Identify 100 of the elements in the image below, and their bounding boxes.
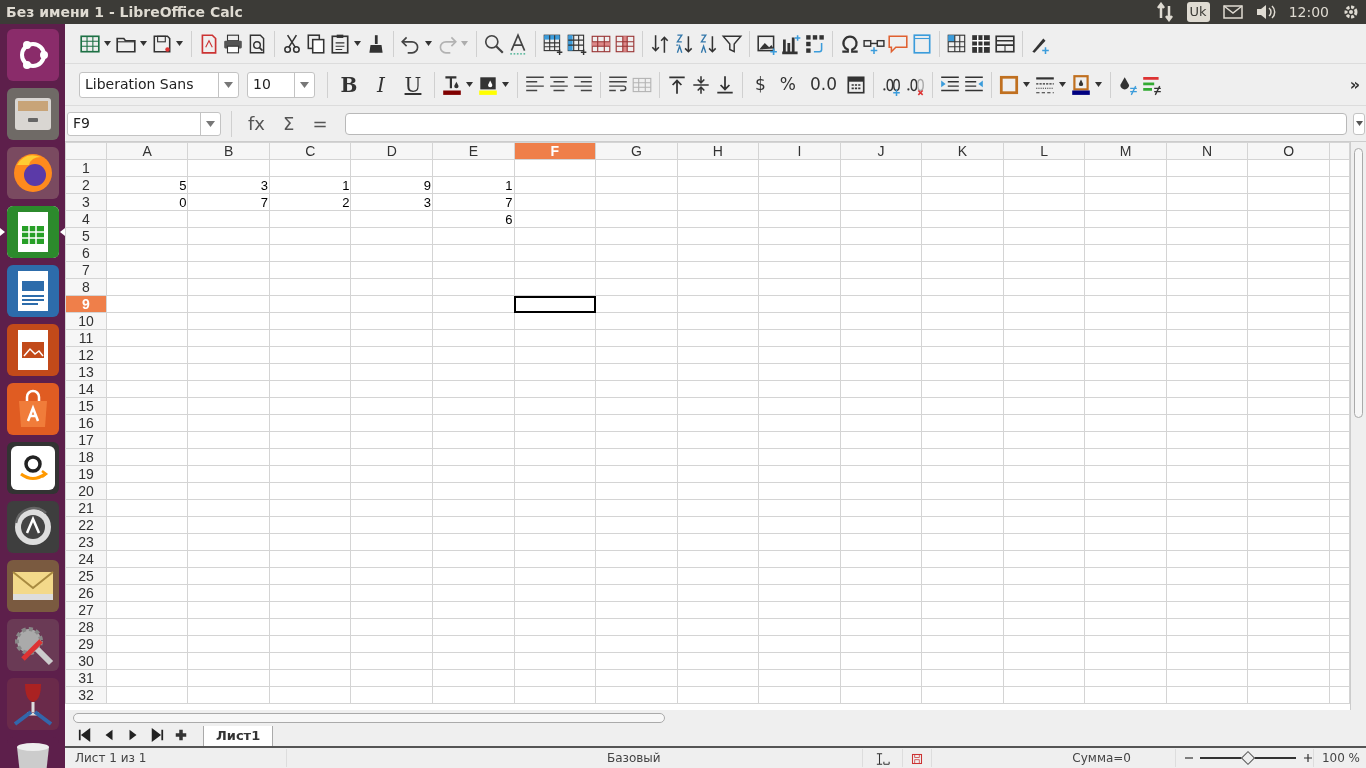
grid-magnifier-icon — [946, 32, 968, 55]
running-indicator-icon — [0, 228, 5, 236]
column-header[interactable]: I — [758, 142, 841, 160]
italic-button[interactable]: I — [366, 69, 396, 100]
underline-button[interactable]: U — [398, 69, 428, 100]
bold-button[interactable]: B — [334, 69, 364, 100]
zoom-slider[interactable] — [1200, 751, 1297, 765]
column-header[interactable]: K — [921, 142, 1004, 160]
envelope-launcher-icon[interactable] — [6, 560, 59, 612]
align-bottom-icon — [714, 73, 736, 96]
more-tools-button[interactable]: » — [1349, 69, 1360, 100]
caret-icon — [461, 41, 468, 46]
text-cursor-icon — [874, 751, 891, 766]
expand-formula-button[interactable] — [1353, 112, 1365, 135]
cell-value: 9 — [351, 176, 433, 194]
column-header[interactable]: A — [106, 142, 188, 160]
column-header[interactable]: O — [1247, 142, 1330, 160]
caret-icon — [1095, 82, 1103, 87]
envelope-icon — [1222, 4, 1243, 20]
font-size-field[interactable]: 10 — [247, 71, 315, 98]
page-style: Базовый — [286, 749, 864, 767]
page-frame-icon — [911, 32, 933, 55]
caret-icon — [354, 41, 361, 46]
network-arrows-icon — [1155, 2, 1174, 22]
column-header[interactable]: G — [595, 142, 678, 160]
caret-icon — [1023, 82, 1031, 87]
calendar-icon — [845, 73, 868, 96]
sheet-tab[interactable]: Лист1 — [203, 724, 274, 746]
bar-chart-icon — [780, 32, 802, 55]
dropdown-arrow-icon — [206, 120, 215, 127]
function-button[interactable]: = — [306, 110, 334, 137]
caret-icon — [140, 41, 147, 46]
cell-value: 1 — [432, 176, 515, 194]
column-header[interactable]: D — [351, 142, 433, 160]
active-cell[interactable] — [514, 295, 596, 313]
cell-value: 3 — [351, 193, 433, 211]
presentation-launcher-icon[interactable] — [6, 324, 59, 376]
font-name-field[interactable]: Liberation Sans — [79, 71, 239, 98]
dropdown-arrow-icon — [300, 81, 309, 88]
column-header[interactable]: B — [187, 142, 270, 160]
arrows-up-down-icon — [649, 32, 671, 55]
align-top-icon — [666, 73, 688, 96]
zoom-percentage[interactable]: 100 % — [1312, 749, 1366, 767]
cell-value: 7 — [187, 193, 270, 211]
grid-plus-icon — [542, 32, 564, 55]
align-middle-icon — [690, 73, 712, 96]
smile-arrow-launcher-icon[interactable] — [6, 442, 59, 494]
caret-icon — [502, 82, 509, 87]
split-window-icon — [994, 32, 1016, 55]
number-format-button[interactable]: % — [773, 69, 802, 100]
caret-icon — [1355, 121, 1363, 126]
clock[interactable]: 12:00 — [1288, 1, 1329, 23]
number-format-button[interactable]: 0.0 — [804, 69, 844, 100]
cell-value: 3 — [187, 176, 270, 194]
formula-input[interactable] — [345, 112, 1347, 135]
function-wizard-button[interactable]: fx — [242, 110, 271, 137]
grid-column-plus-icon — [566, 32, 588, 55]
vertical-scrollbar[interactable] — [1350, 142, 1366, 710]
search-icon — [483, 32, 505, 55]
cell-value: 5 — [106, 176, 188, 194]
column-header[interactable]: C — [269, 142, 351, 160]
column-header[interactable]: L — [1003, 142, 1085, 160]
column-header[interactable]: J — [840, 142, 922, 160]
plus-icon — [174, 728, 188, 742]
column-header[interactable]: M — [1084, 142, 1167, 160]
wine-glass-tools-launcher-icon[interactable] — [6, 678, 59, 730]
skip-end-icon — [150, 728, 164, 742]
caret-icon — [104, 41, 111, 46]
cell-value: 7 — [432, 193, 515, 211]
column-header[interactable]: N — [1166, 142, 1248, 160]
document-launcher-icon[interactable] — [6, 265, 59, 317]
border-color-icon — [1070, 73, 1093, 96]
fox-globe-launcher-icon[interactable] — [6, 147, 59, 199]
copy-icon — [305, 32, 327, 55]
gear-icon — [1342, 3, 1360, 21]
scissors-icon — [281, 32, 303, 55]
window-title: Без имени 1 - LibreOffice Calc — [6, 2, 243, 22]
spreadsheet-launcher-icon[interactable] — [6, 206, 59, 258]
shopping-bag-launcher-icon[interactable] — [6, 383, 59, 435]
plus-icon — [1302, 753, 1313, 763]
grid-icon — [970, 32, 992, 55]
file-cabinet-launcher-icon[interactable] — [6, 88, 59, 140]
number-format-button[interactable]: $ — [749, 69, 772, 100]
dots-grid-icon — [804, 32, 826, 55]
border-square-icon — [998, 73, 1021, 96]
ubuntu-logo-launcher-icon[interactable] — [6, 29, 59, 81]
letter-underline-icon — [507, 32, 529, 55]
sheet-count: Лист 1 из 1 — [65, 749, 287, 767]
sum-button[interactable]: Σ — [277, 110, 301, 137]
keyboard-layout-indicator[interactable]: Uk — [1186, 2, 1210, 22]
cell-value: 0 — [106, 193, 188, 211]
caret-icon — [425, 41, 432, 46]
column-header[interactable]: H — [677, 142, 759, 160]
wrench-gear-launcher-icon[interactable] — [6, 619, 59, 671]
speaker-icon — [1255, 3, 1276, 21]
printer-icon — [222, 32, 244, 55]
clipboard-icon — [329, 32, 351, 55]
name-box[interactable]: F9 — [67, 111, 221, 136]
column-header[interactable]: E — [432, 142, 515, 160]
cell-value: 6 — [432, 210, 515, 228]
